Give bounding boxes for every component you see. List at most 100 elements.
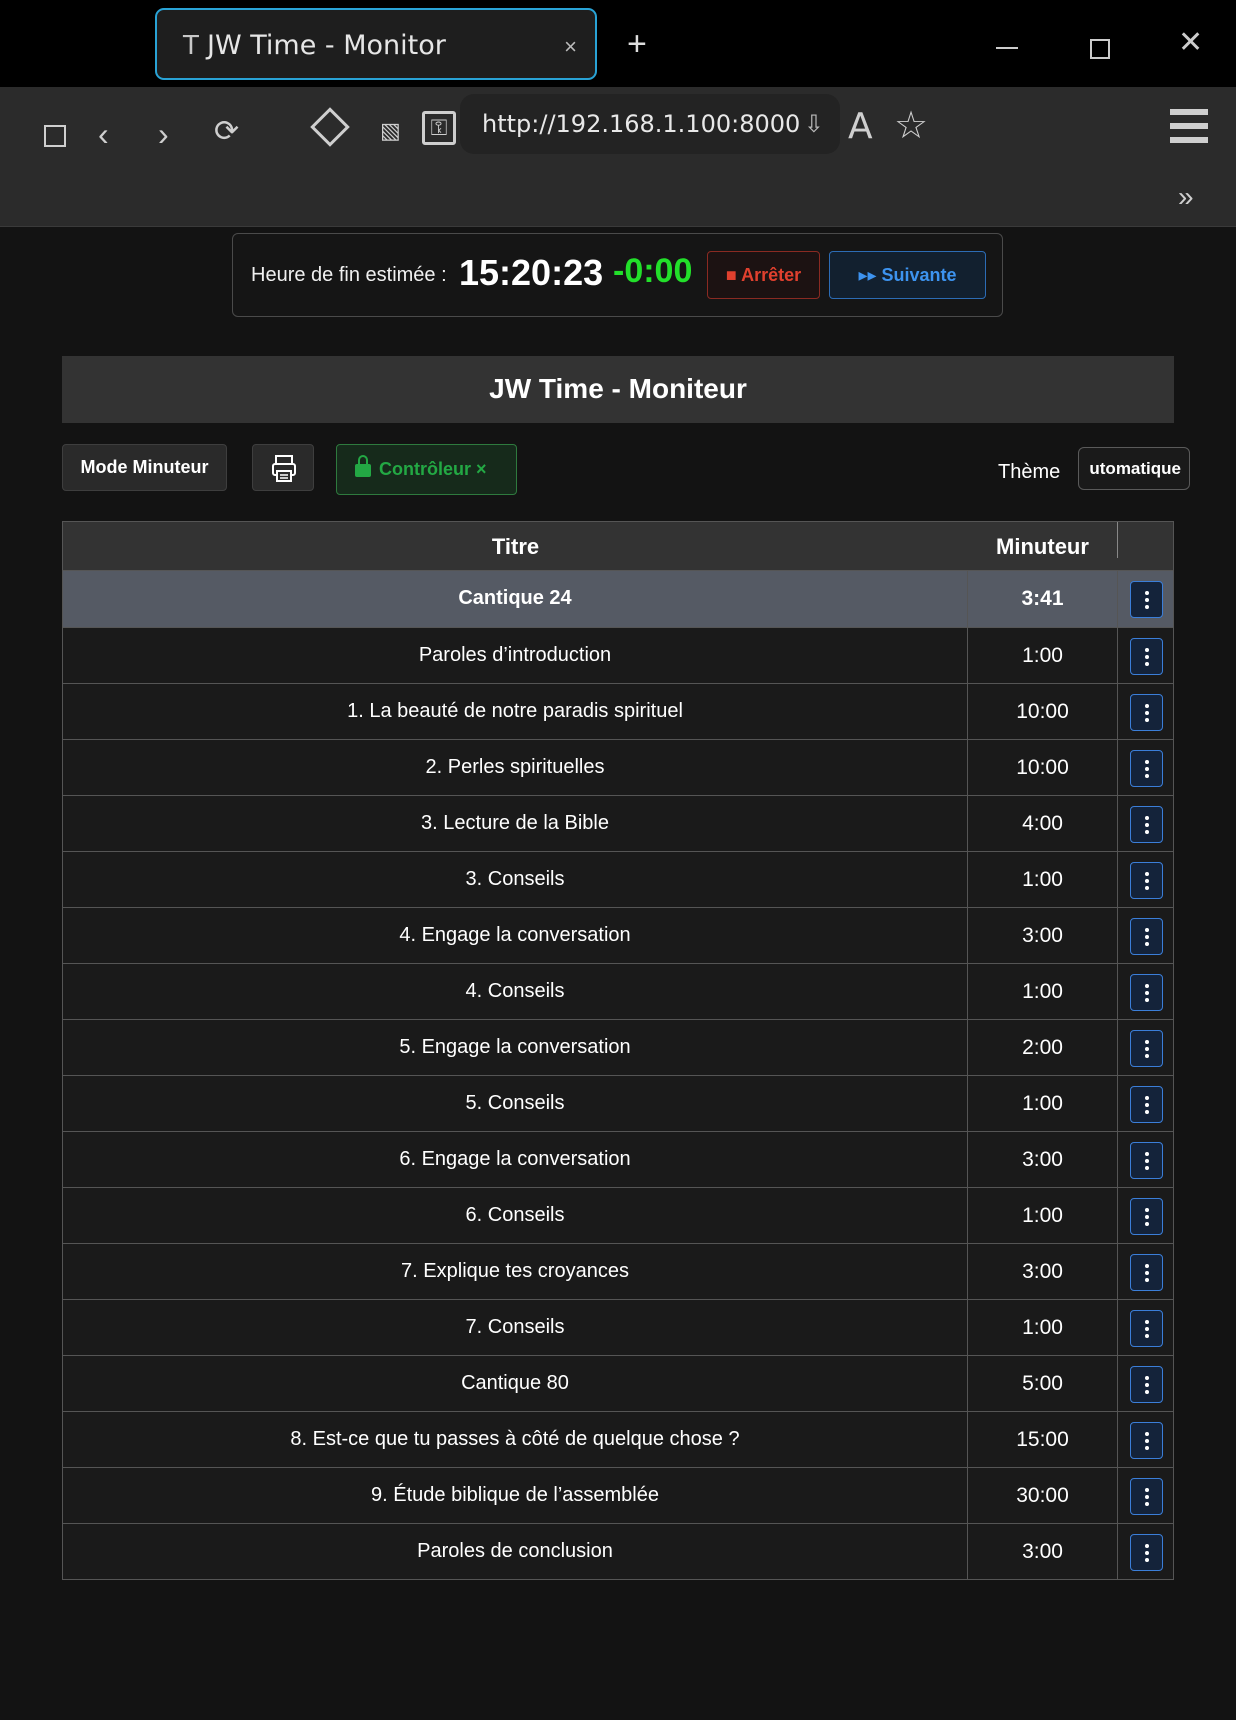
download-icon[interactable]: ⇩ (804, 110, 824, 139)
row-menu-button[interactable] (1130, 862, 1163, 899)
theme-select[interactable]: utomatique (1078, 447, 1190, 490)
table-row[interactable]: 3. Lecture de la Bible 4:00 (63, 795, 1173, 851)
translate-icon[interactable]: ▧ (380, 120, 401, 142)
row-menu-button[interactable] (1130, 1366, 1163, 1403)
table-row[interactable]: 1. La beauté de notre paradis spirituel 1… (63, 683, 1173, 739)
tab-favicon-icon: T (183, 31, 199, 61)
row-title: Paroles d’introduction (63, 628, 968, 683)
table-row[interactable]: 8. Est-ce que tu passes à côté de quelqu… (63, 1411, 1173, 1467)
row-timer: 10:00 (968, 740, 1118, 795)
minimize-icon[interactable] (996, 47, 1018, 49)
kebab-menu-icon (1145, 1488, 1149, 1492)
row-menu-button[interactable] (1130, 1030, 1163, 1067)
table-row[interactable]: 2. Perles spirituelles 10:00 (63, 739, 1173, 795)
table-row[interactable]: Cantique 24 3:41 (63, 571, 1173, 627)
back-icon[interactable]: ‹ (98, 118, 109, 150)
row-menu-button[interactable] (1130, 750, 1163, 787)
table-row[interactable]: 6. Engage la conversation 3:00 (63, 1131, 1173, 1187)
address-bar[interactable]: http://192.168.1.100:8000 ⇩ (460, 94, 840, 154)
table-row[interactable]: 4. Engage la conversation 3:00 (63, 907, 1173, 963)
url-text[interactable]: http://192.168.1.100:8000 (482, 110, 800, 138)
printer-icon (272, 455, 296, 482)
row-menu-button[interactable] (1130, 918, 1163, 955)
table-row[interactable]: 3. Conseils 1:00 (63, 851, 1173, 907)
reload-icon[interactable]: ⟳ (214, 117, 239, 147)
column-header-title: Titre (491, 534, 540, 559)
row-title: 2. Perles spirituelles (63, 740, 968, 795)
browser-toolbar: ‹ › ⟳ ▧ ⚿ http://192.168.1.100:8000 ⇩ A … (0, 87, 1236, 227)
status-bar: Heure de fin estimée : 15:20:23 -0:00 ■ … (232, 233, 1003, 317)
row-menu-button[interactable] (1130, 694, 1163, 731)
kebab-menu-icon (1145, 984, 1149, 988)
table-header: Titre Minuteur (63, 522, 1173, 571)
row-timer: 1:00 (968, 852, 1118, 907)
row-menu-button[interactable] (1130, 1142, 1163, 1179)
row-title: 7. Explique tes croyances (63, 1244, 968, 1299)
kebab-menu-icon (1145, 760, 1149, 764)
row-menu-button[interactable] (1130, 1422, 1163, 1459)
extensions-icon[interactable] (310, 107, 350, 147)
reader-icon[interactable]: A (848, 109, 873, 145)
timer-mode-button[interactable]: Mode Minuteur (62, 444, 227, 491)
browser-tab[interactable]: T JW Time - Monitor × (155, 8, 597, 80)
row-timer: 10:00 (968, 684, 1118, 739)
row-timer: 1:00 (968, 1300, 1118, 1355)
overflow-icon[interactable]: » (1178, 183, 1194, 211)
row-title: Paroles de conclusion (63, 1524, 968, 1579)
column-header-timer: Minuteur (968, 522, 1118, 559)
controller-button[interactable]: Contrôleur × (336, 444, 517, 495)
table-row[interactable]: Paroles d’introduction 1:00 (63, 627, 1173, 683)
row-title: 1. La beauté de notre paradis spirituel (63, 684, 968, 739)
kebab-menu-icon (1145, 648, 1149, 652)
new-tab-button[interactable]: + (627, 27, 647, 61)
row-menu-button[interactable] (1130, 581, 1163, 618)
permissions-icon[interactable]: ⚿ (422, 111, 456, 145)
row-title: 3. Conseils (63, 852, 968, 907)
bookmark-star-icon[interactable]: ☆ (894, 107, 928, 145)
row-title: 7. Conseils (63, 1300, 968, 1355)
table-row[interactable]: 5. Engage la conversation 2:00 (63, 1019, 1173, 1075)
tab-close-icon[interactable]: × (564, 34, 577, 60)
table-row[interactable]: 7. Explique tes croyances 3:00 (63, 1243, 1173, 1299)
row-title: 4. Engage la conversation (63, 908, 968, 963)
row-menu-button[interactable] (1130, 974, 1163, 1011)
sidebar-icon[interactable] (44, 125, 66, 147)
menu-icon[interactable] (1170, 109, 1208, 143)
kebab-menu-icon (1145, 1264, 1149, 1268)
end-time-value: 15:20:23 (459, 252, 604, 293)
next-button[interactable]: ▸▸ Suivante (829, 251, 986, 299)
row-timer: 3:00 (968, 1132, 1118, 1187)
controller-label: Contrôleur × (379, 459, 487, 479)
row-menu-button[interactable] (1130, 806, 1163, 843)
row-timer: 4:00 (968, 796, 1118, 851)
forward-icon[interactable]: › (158, 118, 169, 150)
table-row[interactable]: 6. Conseils 1:00 (63, 1187, 1173, 1243)
window-close-icon[interactable]: ✕ (1178, 28, 1203, 58)
kebab-menu-icon (1145, 1152, 1149, 1156)
page-header: JW Time - Moniteur (62, 356, 1174, 423)
table-row[interactable]: 4. Conseils 1:00 (63, 963, 1173, 1019)
table-body: Cantique 24 3:41 Paroles d’introduction 1:0… (63, 571, 1173, 1579)
page-title: JW Time - Moniteur (489, 373, 747, 404)
row-timer: 3:00 (968, 908, 1118, 963)
kebab-menu-icon (1145, 1096, 1149, 1100)
stop-button[interactable]: ■ Arrêter (707, 251, 820, 299)
maximize-icon[interactable] (1090, 39, 1110, 59)
row-timer: 15:00 (968, 1412, 1118, 1467)
lock-icon (355, 455, 371, 477)
row-menu-button[interactable] (1130, 1254, 1163, 1291)
row-menu-button[interactable] (1130, 1534, 1163, 1571)
print-button[interactable] (252, 444, 314, 491)
row-menu-button[interactable] (1130, 1198, 1163, 1235)
table-row[interactable]: Paroles de conclusion 3:00 (63, 1523, 1173, 1579)
row-menu-button[interactable] (1130, 1310, 1163, 1347)
row-title: 3. Lecture de la Bible (63, 796, 968, 851)
table-row[interactable]: Cantique 80 5:00 (63, 1355, 1173, 1411)
row-menu-button[interactable] (1130, 1478, 1163, 1515)
row-timer: 3:41 (968, 571, 1118, 627)
table-row[interactable]: 5. Conseils 1:00 (63, 1075, 1173, 1131)
row-menu-button[interactable] (1130, 638, 1163, 675)
table-row[interactable]: 9. Étude biblique de l’assemblée 30:00 (63, 1467, 1173, 1523)
table-row[interactable]: 7. Conseils 1:00 (63, 1299, 1173, 1355)
row-menu-button[interactable] (1130, 1086, 1163, 1123)
